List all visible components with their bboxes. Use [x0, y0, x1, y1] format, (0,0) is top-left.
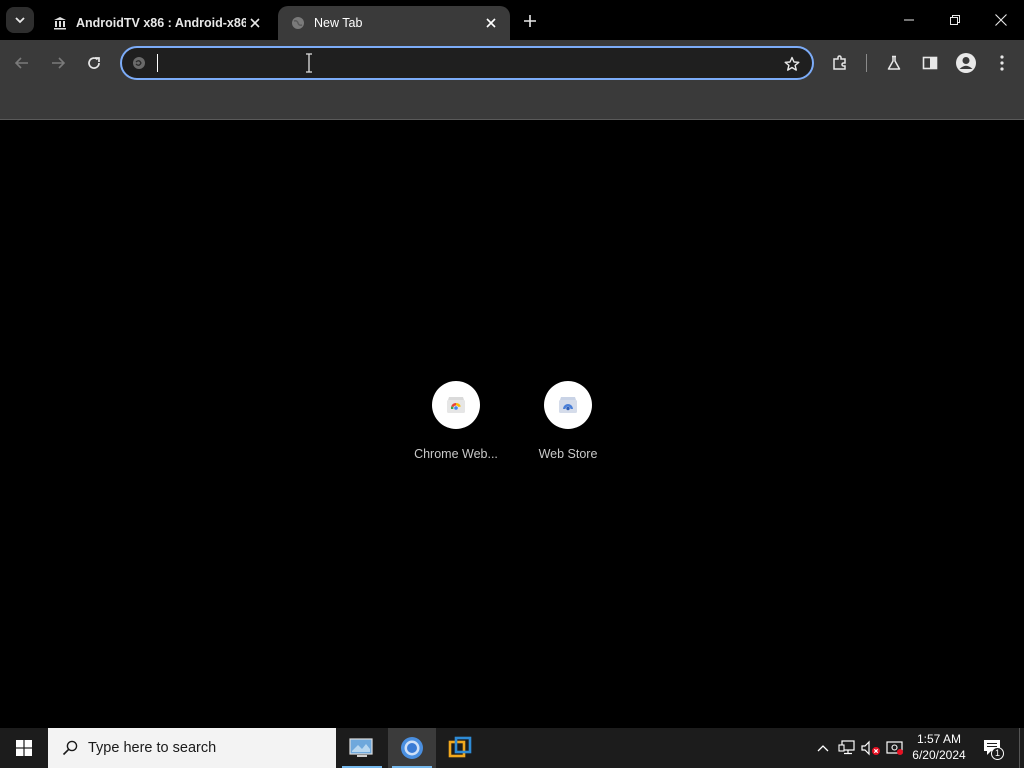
address-bar[interactable]: [120, 46, 814, 80]
menu-button[interactable]: [988, 49, 1016, 77]
puzzle-icon: [833, 55, 846, 70]
browser-toolbar: [0, 40, 1024, 86]
shortcut-label: Web Store: [538, 447, 598, 461]
address-input[interactable]: [156, 52, 756, 74]
remote-desktop-icon: [349, 738, 373, 757]
network-icon: [838, 740, 855, 755]
chevron-down-icon: [15, 17, 25, 24]
bookmarks-bar: [0, 86, 1024, 120]
chrome-icon: [401, 737, 423, 759]
taskbar-app-remote-desktop[interactable]: [338, 728, 386, 768]
minimize-icon: [904, 19, 914, 21]
show-hidden-icons-button[interactable]: [814, 728, 832, 768]
reload-button[interactable]: [80, 49, 108, 77]
back-button[interactable]: [8, 49, 36, 77]
close-tab-icon[interactable]: [246, 14, 264, 32]
labs-button[interactable]: [880, 49, 908, 77]
taskbar-app-chrome[interactable]: [388, 728, 436, 768]
profile-button[interactable]: [952, 49, 980, 77]
bookmark-star-button[interactable]: [782, 54, 802, 74]
search-icon: [62, 740, 78, 756]
close-window-button[interactable]: [978, 0, 1024, 40]
taskbar-search-box[interactable]: Type here to search: [48, 728, 336, 768]
taskbar-app-vmware[interactable]: [436, 728, 484, 768]
avatar-icon: [956, 53, 976, 73]
side-panel-icon: [922, 56, 938, 70]
notification-count-badge: 1: [991, 747, 1004, 760]
windows-logo-icon: [16, 740, 32, 756]
network-button[interactable]: [836, 728, 858, 768]
volume-button[interactable]: [860, 728, 882, 768]
shortcut-label: Chrome Web...: [414, 447, 498, 461]
tab-androidtv[interactable]: AndroidTV x86 : Android-x86 ..: [40, 6, 274, 40]
web-store-icon: [559, 397, 577, 413]
chevron-up-icon: [817, 745, 829, 752]
tab-search-button[interactable]: [6, 7, 34, 33]
reload-icon: [88, 57, 100, 69]
close-icon: [995, 14, 1007, 26]
restore-icon: [950, 15, 960, 25]
speaker-muted-icon: [861, 740, 880, 756]
side-panel-button[interactable]: [916, 49, 944, 77]
extensions-button[interactable]: [826, 49, 854, 77]
system-clock[interactable]: 1:57 AM 6/20/2024: [904, 731, 974, 763]
arrow-right-icon: [52, 57, 66, 69]
windows-taskbar: Type here to search 1:57 AM 6/20/2024 1: [0, 728, 1024, 768]
library-icon: [52, 15, 68, 31]
toolbar-separator: [866, 54, 867, 72]
tab-title: AndroidTV x86 : Android-x86 ..: [76, 16, 246, 30]
minimize-button[interactable]: [886, 0, 932, 40]
start-button[interactable]: [0, 728, 48, 768]
star-icon: [784, 56, 800, 71]
search-placeholder: Type here to search: [88, 740, 217, 756]
tab-strip: AndroidTV x86 : Android-x86 .. New Tab: [0, 0, 1024, 40]
globe-icon: [290, 15, 306, 31]
flask-icon: [887, 55, 901, 70]
shortcut-tile[interactable]: [544, 381, 592, 429]
tab-title: New Tab: [314, 16, 363, 30]
show-desktop-button[interactable]: [1019, 728, 1024, 768]
text-cursor-icon: [306, 53, 312, 73]
restore-button[interactable]: [932, 0, 978, 40]
kebab-menu-icon: [1000, 55, 1004, 71]
shortcut-tile[interactable]: [432, 381, 480, 429]
close-tab-icon[interactable]: [482, 14, 500, 32]
projector-icon: [886, 741, 903, 755]
new-tab-page: Chrome Web... Web Store: [0, 121, 1024, 728]
new-tab-button[interactable]: [518, 10, 542, 32]
arrow-left-icon: [14, 57, 28, 69]
forward-button[interactable]: [44, 49, 72, 77]
clock-date: 6/20/2024: [912, 748, 966, 762]
shortcut-chrome-web-store[interactable]: Chrome Web...: [400, 381, 512, 471]
text-caret: [157, 54, 158, 72]
site-info-icon: [133, 57, 145, 69]
display-button[interactable]: [884, 728, 906, 768]
vmware-icon: [448, 736, 472, 758]
chrome-web-store-icon: [447, 397, 465, 413]
plus-icon: [524, 15, 536, 27]
clock-time: 1:57 AM: [916, 732, 962, 746]
tab-new-tab[interactable]: New Tab: [278, 6, 510, 40]
shortcut-web-store[interactable]: Web Store: [512, 381, 624, 471]
notification-center-button[interactable]: 1: [980, 728, 1006, 768]
